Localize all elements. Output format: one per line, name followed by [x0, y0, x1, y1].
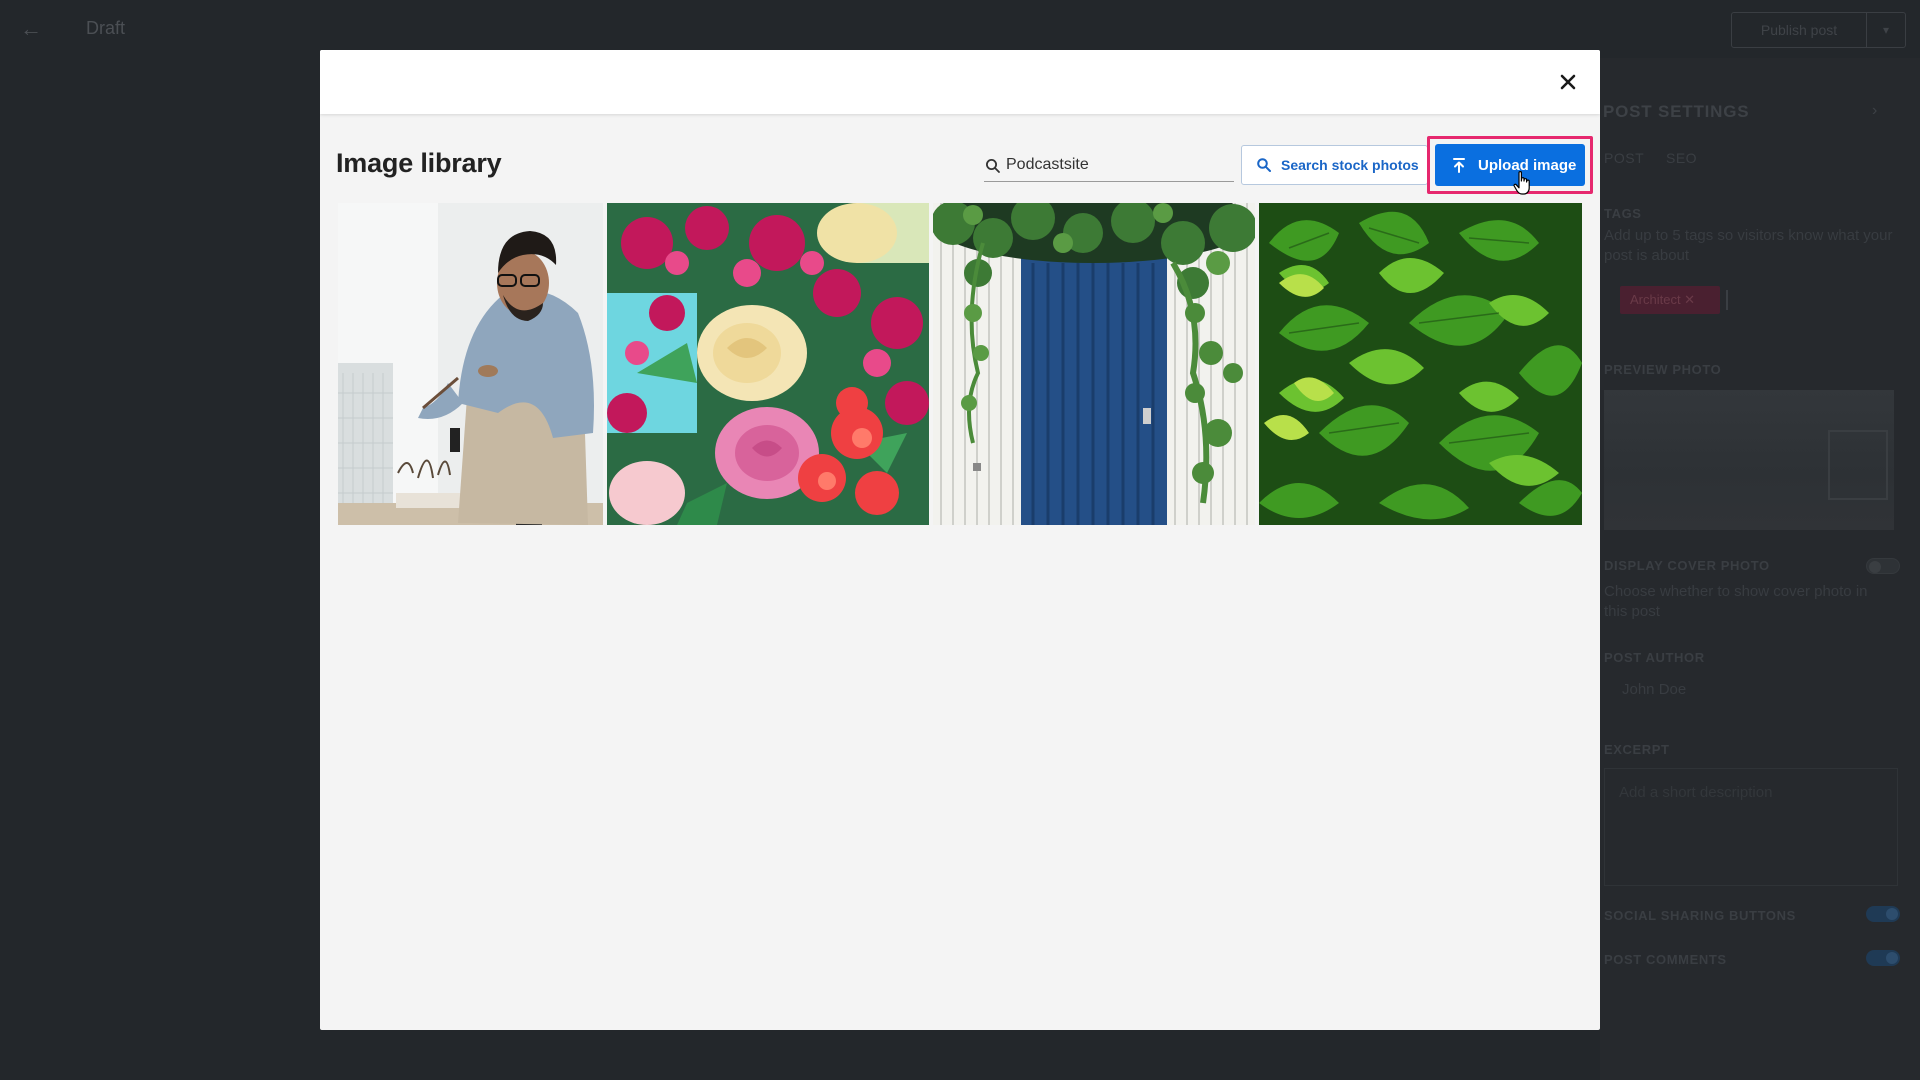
image-library-modal: Image library Search stock photos Upload… — [320, 50, 1600, 1030]
tags-label: TAGS — [1604, 206, 1642, 221]
close-icon[interactable] — [1554, 68, 1582, 96]
preview-photo-label: PREVIEW PHOTO — [1604, 362, 1722, 377]
search-icon — [1257, 158, 1271, 172]
tag-chip[interactable]: Architect ✕ — [1620, 286, 1720, 314]
page-title: Image library — [336, 148, 502, 178]
library-image-flowers[interactable] — [607, 203, 929, 525]
post-author-select[interactable]: John Doe — [1604, 666, 1898, 702]
search-icon — [986, 159, 1000, 173]
chevron-right-icon[interactable]: › — [1872, 102, 1877, 120]
back-arrow-icon[interactable]: ← — [20, 18, 42, 40]
post-author-label: POST AUTHOR — [1604, 650, 1705, 665]
search-box — [984, 150, 1234, 182]
chevron-down-icon[interactable]: ▾ — [1867, 13, 1905, 47]
settings-title: POST SETTINGS — [1603, 102, 1750, 121]
search-stock-photos-label: Search stock photos — [1281, 157, 1419, 173]
display-cover-toggle[interactable] — [1866, 558, 1900, 574]
tags-help: Add up to 5 tags so visitors know what y… — [1604, 227, 1893, 264]
library-image-architect[interactable] — [338, 203, 603, 525]
post-comments-label: POST COMMENTS — [1604, 952, 1727, 967]
library-image-blue-door[interactable] — [933, 203, 1255, 525]
display-cover-label: DISPLAY COVER PHOTO — [1604, 558, 1770, 573]
post-status: Draft — [86, 18, 126, 38]
social-sharing-label: SOCIAL SHARING BUTTONS — [1604, 908, 1796, 923]
modal-header — [320, 50, 1600, 114]
upload-icon — [1453, 158, 1465, 173]
search-input[interactable] — [1006, 150, 1232, 180]
publish-button[interactable]: Publish post — [1732, 13, 1867, 47]
excerpt-field[interactable]: Add a short description — [1604, 768, 1898, 886]
library-image-green-leaves[interactable] — [1259, 203, 1582, 525]
post-settings-panel: POST SETTINGS › POST SEO TAGS Add up to … — [1600, 58, 1920, 1080]
post-author-value: John Doe — [1622, 681, 1687, 698]
search-stock-photos-button[interactable]: Search stock photos — [1241, 145, 1428, 185]
upload-image-button[interactable]: Upload image — [1435, 144, 1585, 186]
social-sharing-toggle[interactable] — [1866, 906, 1900, 922]
post-comments-toggle[interactable] — [1866, 950, 1900, 966]
publish-button-group: Publish post ▾ — [1731, 12, 1906, 48]
hand-cursor-icon — [1513, 171, 1530, 195]
display-cover-help: Choose whether to show cover photo in th… — [1604, 583, 1868, 620]
preview-photo[interactable] — [1604, 390, 1894, 530]
tab-post[interactable]: POST — [1604, 150, 1644, 166]
tag-input[interactable] — [1726, 290, 1728, 310]
excerpt-label: EXCERPT — [1604, 742, 1670, 757]
tab-seo[interactable]: SEO — [1666, 150, 1697, 166]
excerpt-placeholder: Add a short description — [1619, 784, 1773, 801]
